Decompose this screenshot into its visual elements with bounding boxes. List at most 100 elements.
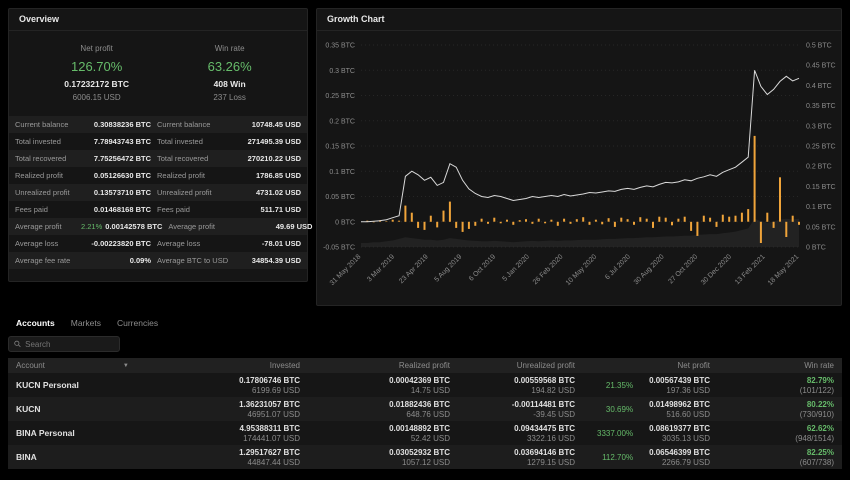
chevron-down-icon: ▼ [123,363,129,369]
svg-text:0.15 BTC: 0.15 BTC [325,144,355,151]
account-name: KUCN [8,404,220,414]
table-header: Account ▼ Invested Realized profit Unrea… [8,358,842,373]
net-profit-btc: 0.17232172 BTC [64,79,129,89]
net-profit-stat: Net profit 126.70% 0.17232172 BTC 6006.1… [64,44,129,102]
overview-row-value-btc: 0.01468168 BTC [81,205,151,214]
search-box [8,336,120,352]
svg-text:0.5 BTC: 0.5 BTC [806,43,832,50]
svg-text:26 Feb 2020: 26 Feb 2020 [532,253,565,286]
unrealized-profit-cell: 0.09434475 BTC3322.16 USD [450,423,575,444]
column-header-unrealized-profit[interactable]: Unrealized profit [450,361,575,370]
account-name: BINA [8,452,220,462]
overview-row-label-usd: Fees paid [151,205,231,214]
overview-row-label-usd: Total invested [151,137,231,146]
overview-row-label: Fees paid [15,205,81,214]
overview-stats: Net profit 126.70% 0.17232172 BTC 6006.1… [9,31,307,112]
svg-text:6 Oct 2019: 6 Oct 2019 [468,253,497,282]
loss-count: 237 Loss [208,93,252,102]
win-rate-cell: 82.79%(101/122) [710,375,842,396]
overview-row: Average profit2.21%0.00142578 BTCAverage… [9,218,307,235]
search-input[interactable] [25,340,114,349]
overview-row-value-btc: 7.75256472 BTC [81,154,151,163]
win-rate-percent: 63.26% [208,59,252,74]
table-row[interactable]: KUCN Personal0.17806746 BTC6199.69 USD0.… [8,373,842,397]
overview-row-label: Unrealized profit [15,188,81,197]
table-row[interactable]: BINA Personal4.95388311 BTC174441.07 USD… [8,421,842,445]
svg-text:0.35 BTC: 0.35 BTC [806,103,836,110]
net-profit-cell: 112.70%0.06546399 BTC2266.79 USD [575,447,710,468]
overview-row-label: Total invested [15,137,81,146]
svg-text:-0.05 BTC: -0.05 BTC [323,245,355,252]
tab-currencies[interactable]: Currencies [117,318,158,328]
table-row[interactable]: KUCN1.36231057 BTC46951.07 USD0.01882436… [8,397,842,421]
tab-accounts[interactable]: Accounts [16,318,55,328]
overview-row-value-usd: 49.69 USD [242,222,312,231]
overview-row: Average loss-0.00223820 BTCAverage loss-… [9,235,307,252]
table-body: KUCN Personal0.17806746 BTC6199.69 USD0.… [8,373,842,469]
overview-row-value-usd: -78.01 USD [231,239,301,248]
account-name: KUCN Personal [8,380,220,390]
overview-row: Average fee rate0.09%Average BTC to USD3… [9,252,307,269]
net-profit-label: Net profit [64,44,129,53]
overview-row-label: Average fee rate [15,256,81,265]
svg-text:0.2 BTC: 0.2 BTC [806,164,832,171]
svg-text:6 Jul 2020: 6 Jul 2020 [604,253,632,281]
table-row[interactable]: BINA1.29517627 BTC44847.44 USD0.03052932… [8,445,842,469]
overview-row-label-usd: Average loss [151,239,231,248]
overview-row-label-usd: Average BTC to USD [151,256,231,265]
realized-profit-cell: 0.00148892 BTC52.42 USD [300,423,450,444]
svg-text:0.2 BTC: 0.2 BTC [329,118,355,125]
svg-text:0.1 BTC: 0.1 BTC [806,204,832,211]
column-header-account-label: Account [16,361,45,370]
account-name: BINA Personal [8,428,220,438]
column-header-realized-profit[interactable]: Realized profit [300,361,450,370]
win-rate-cell: 82.25%(607/738) [710,447,842,468]
svg-text:18 May 2021: 18 May 2021 [767,253,801,287]
net-profit-cell: 21.35%0.00567439 BTC197.36 USD [575,375,710,396]
growth-chart-panel: Growth Chart 0.35 BTC 0.3 BTC 0.25 BTC 0.2 … [316,8,842,306]
overview-row: Current balance0.30838236 BTCCurrent bal… [9,116,307,133]
svg-text:0.25 BTC: 0.25 BTC [325,93,355,100]
column-header-net-profit[interactable]: Net profit [575,361,710,370]
overview-row-label: Average profit [15,222,81,231]
column-header-win-rate[interactable]: Win rate [710,361,842,370]
overview-row: Realized profit0.05126630 BTCRealized pr… [9,167,307,184]
net-profit-cell: 3337.00%0.08619377 BTC3035.13 USD [575,423,710,444]
column-header-account[interactable]: Account ▼ [8,361,220,370]
overview-row-label-usd: Realized profit [151,171,231,180]
svg-text:0.35 BTC: 0.35 BTC [325,43,355,50]
accounts-table: Account ▼ Invested Realized profit Unrea… [8,358,842,469]
tab-markets[interactable]: Markets [71,318,101,328]
svg-text:0.1 BTC: 0.1 BTC [329,169,355,176]
growth-chart-title: Growth Chart [317,9,841,31]
overview-row-value-btc: -0.00223820 BTC [81,239,151,248]
svg-text:0.3 BTC: 0.3 BTC [806,123,832,130]
column-header-invested[interactable]: Invested [220,361,300,370]
svg-text:0 BTC: 0 BTC [335,219,355,226]
overview-row-label: Total recovered [15,154,81,163]
growth-chart: 0.35 BTC 0.3 BTC 0.25 BTC 0.2 BTC 0.15 BTC 0.… [317,31,841,310]
svg-text:0.3 BTC: 0.3 BTC [329,68,355,75]
invested-cell: 1.29517627 BTC44847.44 USD [220,447,300,468]
overview-row-percent: 2.21% [81,222,102,231]
net-profit-cell: 30.69%0.01498962 BTC516.60 USD [575,399,710,420]
win-rate-cell: 80.22%(730/910) [710,399,842,420]
svg-text:0.05 BTC: 0.05 BTC [325,194,355,201]
svg-text:5 Aug 2019: 5 Aug 2019 [433,253,463,283]
overview-row-value-usd: 4731.02 USD [231,188,301,197]
net-profit-percent: 30.69% [606,405,633,414]
svg-text:3 Mar 2019: 3 Mar 2019 [366,253,396,283]
overview-row-value-btc: 0.09% [81,256,151,265]
overview-panel-title: Overview [9,9,307,31]
unrealized-profit-cell: 0.00559568 BTC194.82 USD [450,375,575,396]
overview-row: Fees paid0.01468168 BTCFees paid511.71 U… [9,201,307,218]
net-profit-percent: 112.70% [602,453,633,462]
overview-row-value-usd: 511.71 USD [231,205,301,214]
win-rate-label: Win rate [208,44,252,53]
overview-row-value-usd: 10748.45 USD [231,120,301,129]
svg-text:27 Oct 2020: 27 Oct 2020 [667,253,699,285]
overview-row-value-btc: 0.30838236 BTC [81,120,151,129]
win-rate-cell: 62.62%(948/1514) [710,423,842,444]
overview-row-value-usd: 271495.39 USD [231,137,301,146]
overview-row: Unrealized profit0.13573710 BTCUnrealize… [9,184,307,201]
